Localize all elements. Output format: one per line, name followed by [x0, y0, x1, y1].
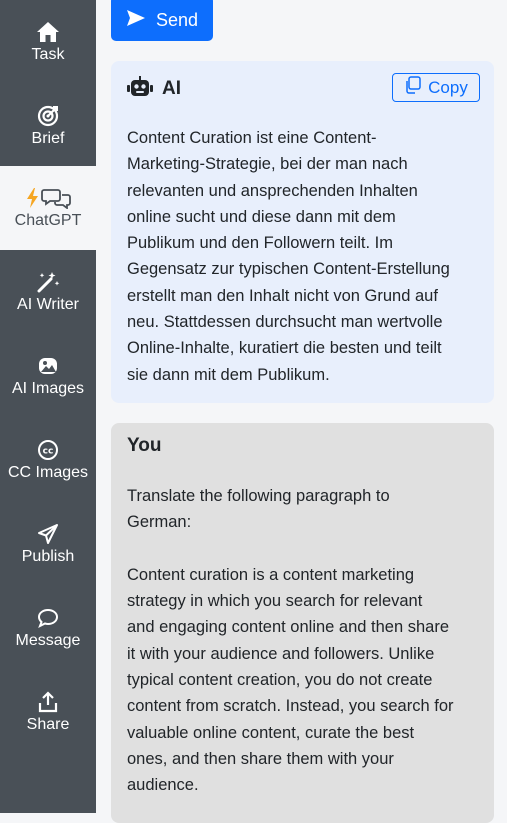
copy-icon	[404, 76, 422, 99]
image-icon	[37, 354, 59, 378]
user-message-text: Translate the following paragraph to Ger…	[127, 487, 454, 795]
sidebar-item-message[interactable]: Message	[0, 586, 96, 670]
sidebar-item-brief[interactable]: Brief	[0, 84, 96, 168]
magic-wand-icon	[36, 270, 60, 294]
sidebar-item-cc-images[interactable]: cc CC Images	[0, 418, 96, 502]
svg-text:cc: cc	[43, 447, 54, 457]
target-icon	[37, 104, 59, 128]
chat-bubble-icon	[37, 606, 59, 630]
lightning-chat-icon	[24, 186, 72, 210]
share-icon	[37, 690, 59, 714]
sidebar-item-label: ChatGPT	[14, 212, 82, 229]
copy-button[interactable]: Copy	[392, 73, 480, 102]
home-icon	[36, 20, 60, 44]
send-button[interactable]: Send	[111, 0, 213, 41]
sidebar-item-publish[interactable]: Publish	[0, 502, 96, 586]
sidebar-item-label: Publish	[21, 548, 75, 565]
sidebar: Task Brief ChatGPT AI Writer AI Images c…	[0, 0, 96, 813]
sidebar-item-label: AI Images	[11, 380, 85, 397]
ai-message-card: AI Copy Content Curation ist eine Conten…	[111, 61, 494, 403]
sidebar-item-chatgpt[interactable]: ChatGPT	[0, 166, 96, 250]
sidebar-item-label: Message	[15, 632, 81, 649]
send-icon	[126, 9, 146, 32]
sidebar-item-share[interactable]: Share	[0, 670, 96, 754]
sidebar-item-label: Task	[31, 46, 65, 63]
chat-panel: Send AI Copy Content Curation ist eine C…	[96, 0, 507, 823]
sidebar-item-ai-images[interactable]: AI Images	[0, 334, 96, 418]
sidebar-item-label: AI Writer	[17, 296, 79, 313]
robot-icon	[127, 75, 153, 103]
send-icon	[37, 522, 59, 546]
sidebar-item-label: Brief	[31, 130, 65, 147]
send-label: Send	[155, 10, 199, 30]
creative-commons-icon: cc	[37, 438, 59, 462]
sidebar-item-label: Share	[26, 716, 70, 733]
ai-title: AI	[162, 78, 181, 99]
sidebar-item-label: CC Images	[7, 464, 89, 481]
ai-header: AI	[127, 75, 181, 103]
user-message-card: You Translate the following paragraph to…	[111, 423, 494, 823]
user-title: You	[127, 435, 162, 456]
copy-label: Copy	[428, 77, 468, 97]
sidebar-item-task[interactable]: Task	[0, 0, 96, 84]
ai-message-text: Content Curation ist eine Content- Marke…	[127, 129, 450, 384]
sidebar-item-ai-writer[interactable]: AI Writer	[0, 250, 96, 334]
